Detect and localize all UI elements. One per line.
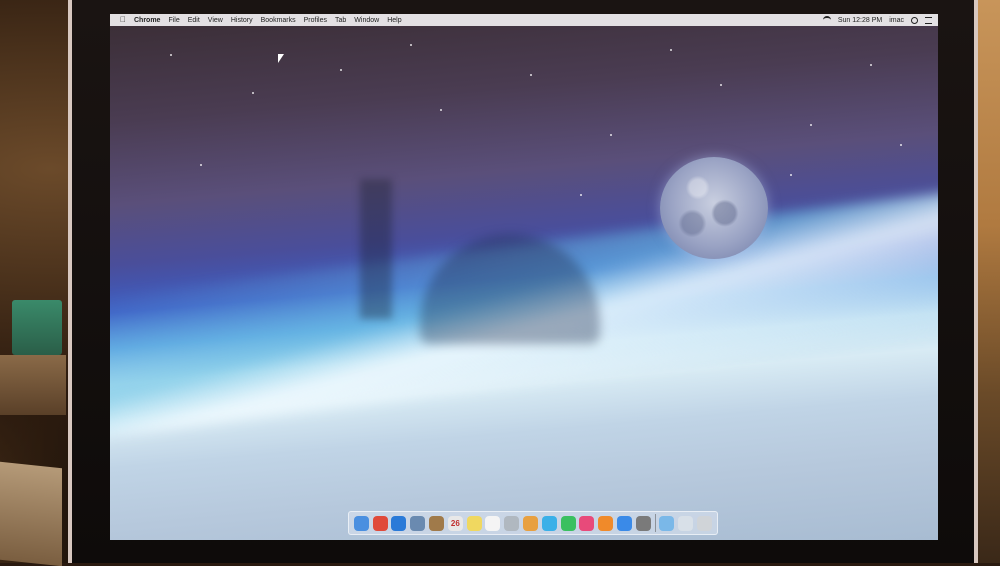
wooden-shelf (0, 355, 66, 415)
menu-extras: Sun 12:28 PM imac (816, 16, 932, 24)
system-preferences-icon[interactable] (635, 515, 651, 531)
star (720, 84, 722, 86)
moon (660, 157, 768, 259)
finder-icon[interactable] (353, 515, 369, 531)
menu-file[interactable]: File (168, 17, 179, 24)
app-store-icon[interactable] (617, 515, 633, 531)
dock: 26 (348, 511, 718, 535)
apple-menu-icon[interactable]:  (120, 16, 128, 24)
chrome-icon[interactable] (372, 515, 388, 531)
menu-history[interactable]: History (231, 17, 253, 24)
star (530, 74, 532, 76)
spotlight-search-icon[interactable] (911, 16, 918, 24)
room-reflection-object (360, 179, 392, 319)
reminders-icon[interactable] (485, 515, 501, 531)
menu-tab[interactable]: Tab (335, 17, 346, 24)
star (200, 164, 202, 166)
star (670, 49, 672, 51)
trash-icon[interactable] (697, 515, 713, 531)
star (170, 54, 172, 56)
star (440, 109, 442, 111)
dock-separator (654, 514, 656, 532)
star (252, 92, 254, 94)
downloads-folder-icon[interactable] (659, 515, 675, 531)
contacts-icon[interactable] (429, 515, 445, 531)
menu-edit[interactable]: Edit (188, 17, 200, 24)
desktop-screen:  Chrome File Edit View History Bookmark… (110, 14, 938, 540)
user-name[interactable]: imac (889, 17, 904, 24)
star (900, 144, 902, 146)
menu-view[interactable]: View (208, 17, 223, 24)
wooden-plank (0, 461, 62, 566)
photos-icon[interactable] (523, 515, 539, 531)
wifi-icon[interactable] (822, 16, 831, 24)
safari-icon[interactable] (391, 515, 407, 531)
star (580, 194, 582, 196)
calendar-icon[interactable]: 26 (447, 515, 463, 531)
photo-booth-icon[interactable] (504, 515, 520, 531)
preview-icon[interactable] (410, 515, 426, 531)
notification-center-icon[interactable] (925, 16, 932, 24)
itunes-icon[interactable] (579, 515, 595, 531)
messages-icon[interactable] (541, 515, 557, 531)
star (610, 134, 612, 136)
star (870, 64, 872, 66)
ibooks-icon[interactable] (598, 515, 614, 531)
clock[interactable]: Sun 12:28 PM (838, 17, 882, 24)
menu-profiles[interactable]: Profiles (304, 17, 327, 24)
documents-folder-icon[interactable] (678, 515, 694, 531)
star (790, 174, 792, 176)
menu-bookmarks[interactable]: Bookmarks (261, 17, 296, 24)
star (410, 44, 412, 46)
notes-icon[interactable] (466, 515, 482, 531)
facetime-icon[interactable] (560, 515, 576, 531)
menu-help[interactable]: Help (387, 17, 401, 24)
mouse-pointer (278, 54, 284, 63)
menu-app-name[interactable]: Chrome (134, 17, 160, 24)
network-box (12, 300, 62, 355)
star (340, 69, 342, 71)
menu-window[interactable]: Window (354, 17, 379, 24)
star (810, 124, 812, 126)
menu-bar:  Chrome File Edit View History Bookmark… (110, 14, 938, 26)
